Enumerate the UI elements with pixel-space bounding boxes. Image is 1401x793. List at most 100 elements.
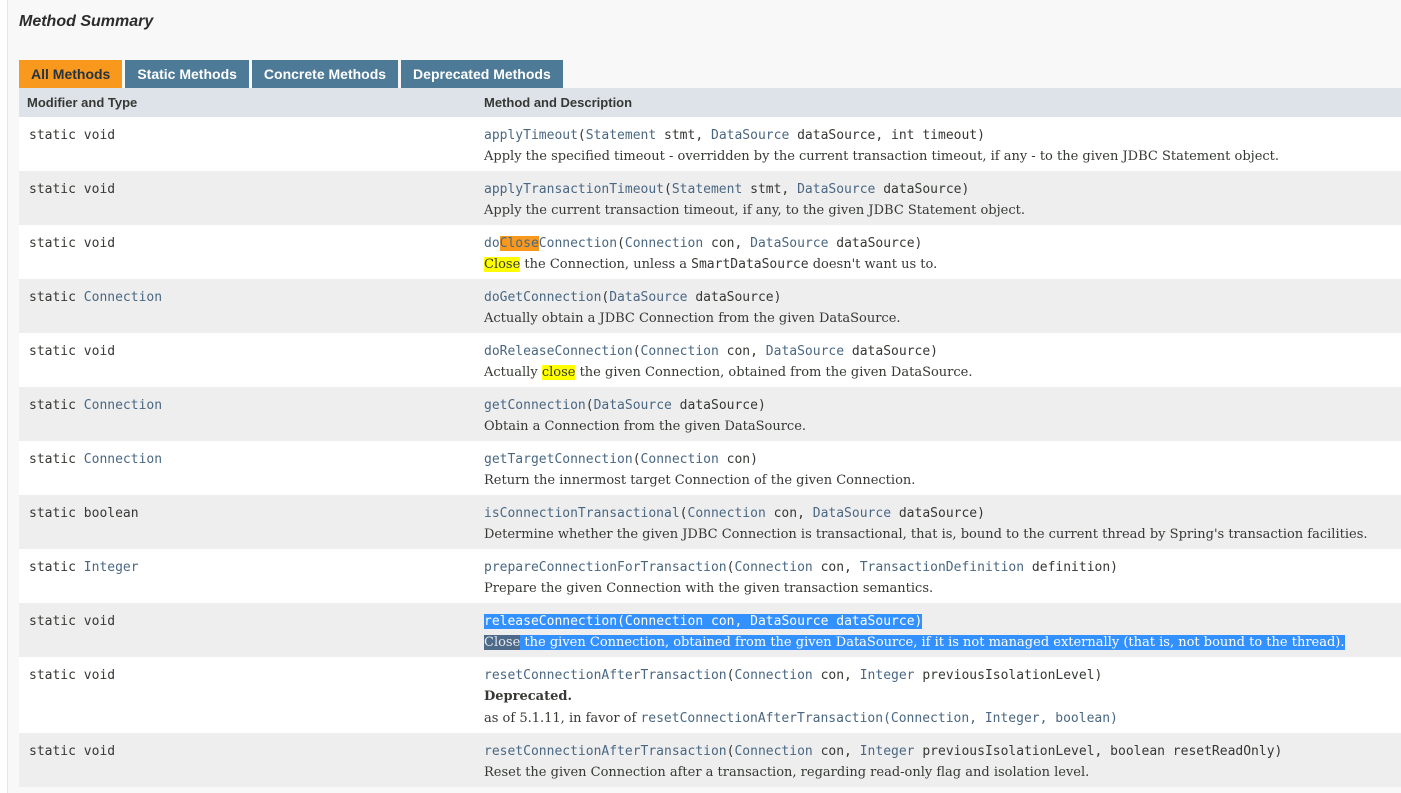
type-link[interactable]: DataSource — [750, 614, 828, 629]
text: static boolean — [29, 506, 139, 521]
method-description: isConnectionTransactional(Connection con… — [476, 504, 1401, 549]
type-link[interactable]: DataSource — [594, 398, 672, 413]
type-link[interactable]: Integer — [860, 744, 915, 759]
text: the given Connection, obtained from the … — [520, 635, 1345, 650]
text: static — [29, 560, 84, 575]
type-link[interactable]: Connection — [84, 398, 162, 413]
method-description: prepareConnectionForTransaction(Connecti… — [476, 558, 1401, 603]
method-signature: doGetConnection(DataSource dataSource) — [484, 288, 1401, 308]
method-description: applyTransactionTimeout(Statement stmt, … — [476, 180, 1401, 225]
type-link[interactable]: Statement — [586, 128, 656, 143]
type-link[interactable]: applyTimeout — [484, 128, 578, 143]
type-link[interactable]: Integer — [860, 668, 915, 683]
type-link[interactable]: TransactionDefinition — [860, 560, 1024, 575]
text: dataSource) — [844, 344, 938, 359]
section-title: Method Summary — [19, 13, 154, 30]
modifier-type: static Integer — [19, 558, 476, 603]
text: dataSource) — [891, 506, 985, 521]
tab-deprecated-methods[interactable]: Deprecated Methods — [401, 60, 563, 88]
type-link[interactable]: do — [484, 236, 500, 251]
type-link[interactable]: Connection — [539, 236, 617, 251]
type-link[interactable]: doReleaseConnection — [484, 344, 633, 359]
method-description: doReleaseConnection(Connection con, Data… — [476, 342, 1401, 387]
type-link[interactable]: Connection — [641, 452, 719, 467]
type-link[interactable]: Connection — [84, 452, 162, 467]
modifier-type: static Connection — [19, 288, 476, 333]
method-description: applyTimeout(Statement stmt, DataSource … — [476, 126, 1401, 171]
type-link[interactable]: applyTransactionTimeout — [484, 182, 664, 197]
method-description: resetConnectionAfterTransaction(Connecti… — [476, 666, 1401, 733]
type-link[interactable]: getTargetConnection — [484, 452, 633, 467]
type-link[interactable]: Connection — [641, 344, 719, 359]
method-signature: isConnectionTransactional(Connection con… — [484, 504, 1401, 524]
table-row: static void doCloseConnection(Connection … — [19, 225, 1401, 279]
text: stmt, — [656, 128, 711, 143]
type-link[interactable]: Connection — [734, 668, 812, 683]
table-row: static void applyTransactionTimeout(State… — [19, 171, 1401, 225]
text: static — [29, 290, 84, 305]
tab-all-methods[interactable]: All Methods — [19, 60, 123, 88]
type-link[interactable]: isConnectionTransactional — [484, 506, 680, 521]
method-signature: resetConnectionAfterTransaction(Connecti… — [484, 742, 1401, 762]
type-link[interactable]: DataSource — [766, 344, 844, 359]
table-body: static void applyTimeout(Statement stmt, … — [19, 117, 1401, 787]
table-row: static Integer prepareConnectionForTransa… — [19, 549, 1401, 603]
type-link[interactable]: DataSource — [711, 128, 789, 143]
description: Apply the current transaction timeout, i… — [484, 200, 1401, 222]
type-link[interactable]: prepareConnectionForTransaction — [484, 560, 727, 575]
text: Determine whether the given JDBC Connect… — [484, 527, 1368, 542]
type-link[interactable]: doGetConnection — [484, 290, 601, 305]
type-link[interactable]: Connection — [84, 290, 162, 305]
table-header: Modifier and Type Method and Description — [19, 88, 1401, 117]
tab-concrete-methods[interactable]: Concrete Methods — [251, 60, 399, 88]
modifier-type: static void — [19, 666, 476, 733]
modifier-type: static void — [19, 342, 476, 387]
text: Return the innermost target Connection o… — [484, 473, 916, 488]
type-link[interactable]: Statement — [672, 182, 742, 197]
text: definition) — [1024, 560, 1119, 575]
type-link[interactable]: resetConnectionAfterTransaction — [484, 744, 727, 759]
description: Prepare the given Connection with the gi… — [484, 578, 1401, 600]
type-link[interactable]: Connection — [625, 236, 703, 251]
text: con, — [703, 614, 751, 629]
search-highlight: Close — [484, 257, 521, 272]
method-signature: applyTransactionTimeout(Statement stmt, … — [484, 180, 1401, 200]
table-row: static void resetConnectionAfterTransacti… — [19, 657, 1401, 733]
type-link[interactable]: Integer — [84, 560, 139, 575]
search-highlight-current[interactable]: Close — [499, 236, 539, 251]
method-description: resetConnectionAfterTransaction(Connecti… — [476, 742, 1401, 787]
table-row: static void resetConnectionAfterTransacti… — [19, 733, 1401, 787]
type-link[interactable]: DataSource — [813, 506, 891, 521]
modifier-type: static Connection — [19, 396, 476, 441]
text: con, — [812, 560, 860, 575]
method-signature: getTargetConnection(Connection con) — [484, 450, 1401, 470]
method-signature: resetConnectionAfterTransaction(Connecti… — [484, 666, 1401, 686]
type-link[interactable]: releaseConnection — [484, 614, 617, 629]
text: static void — [29, 236, 116, 251]
text: con, — [703, 236, 751, 251]
type-link[interactable]: Connection — [688, 506, 766, 521]
method-signature: prepareConnectionForTransaction(Connecti… — [484, 558, 1401, 578]
type-link[interactable]: DataSource — [797, 182, 875, 197]
text: con, — [765, 506, 813, 521]
description: Determine whether the given JDBC Connect… — [484, 524, 1401, 546]
type-link[interactable]: DataSource — [750, 236, 828, 251]
type-link[interactable]: DataSource — [609, 290, 687, 305]
type-link[interactable]: Connection — [734, 744, 812, 759]
text: dataSource) — [671, 398, 766, 413]
text: previousIsolationLevel, boolean resetRea… — [914, 744, 1283, 759]
text: the given Connection, obtained from the … — [575, 365, 973, 380]
text: dataSource) — [687, 290, 782, 305]
table-row: static void doReleaseConnection(Connectio… — [19, 333, 1401, 387]
text: Apply the current transaction timeout, i… — [484, 203, 1025, 218]
modifier-type: static void — [19, 234, 476, 279]
method-link[interactable]: resetConnectionAfterTransaction(Connecti… — [640, 711, 1117, 726]
type-link[interactable]: Connection — [734, 560, 812, 575]
text: dataSource) — [875, 182, 970, 197]
type-link[interactable]: getConnection — [484, 398, 586, 413]
tab-static-methods[interactable]: Static Methods — [125, 60, 249, 88]
type-link[interactable]: resetConnectionAfterTransaction — [484, 668, 727, 683]
type-link[interactable]: Connection — [625, 614, 703, 629]
modifier-type: static void — [19, 612, 476, 657]
text: dataSource) — [828, 614, 923, 629]
